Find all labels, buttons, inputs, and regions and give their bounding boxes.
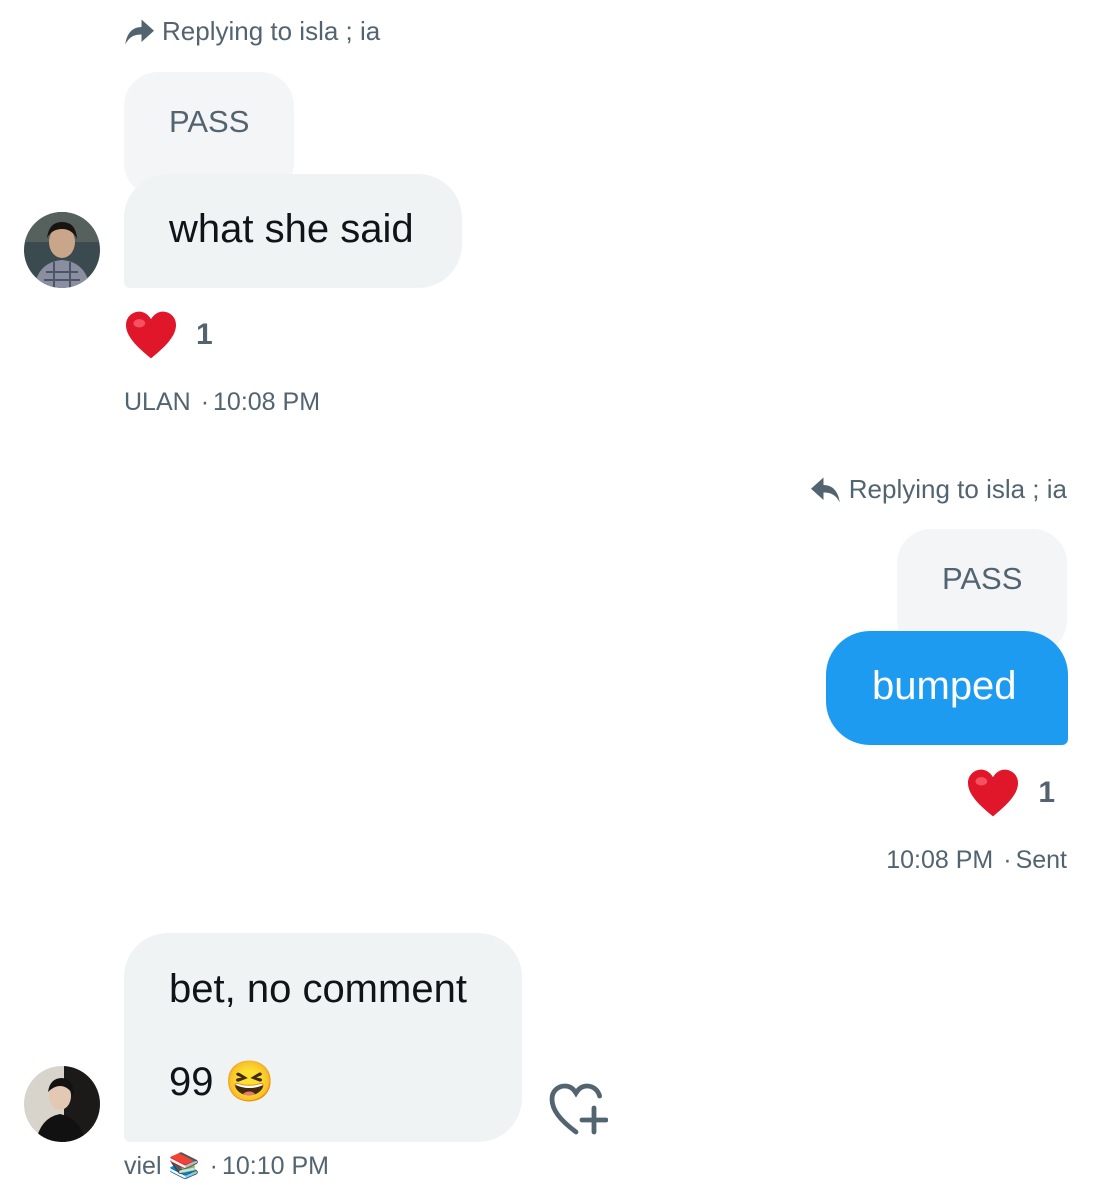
separator-dot: ·: [1003, 846, 1012, 874]
avatar-viel[interactable]: [24, 1066, 100, 1142]
grinning-squinting-emoji: 😆: [224, 1060, 275, 1104]
reply-label: Replying to isla ; ia: [848, 474, 1067, 504]
reaction-count: 1: [196, 318, 213, 351]
message-text-line-1: bet, no comment: [169, 967, 467, 1011]
reply-context-2[interactable]: Replying to isla ; ia: [810, 474, 1067, 505]
sender-name: viel: [124, 1152, 162, 1180]
separator-dot: ·: [200, 388, 210, 416]
timestamp: 10:08 PM: [213, 388, 321, 416]
reply-context-1[interactable]: Replying to isla ; ia: [124, 16, 380, 47]
avatar-ulan[interactable]: [24, 212, 100, 288]
quoted-text: PASS: [942, 561, 1023, 596]
add-reaction-button[interactable]: [548, 1082, 609, 1136]
reply-label: Replying to isla ; ia: [162, 16, 381, 46]
message-text-line-2: 99 😆: [169, 1060, 522, 1104]
reaction-heart-2[interactable]: 1: [966, 768, 1055, 818]
timestamp: 10:10 PM: [221, 1152, 329, 1180]
message-meta-1: ULAN · 10:08 PM: [124, 388, 320, 417]
red-heart-icon: [126, 311, 176, 359]
line-break-spacer: [169, 1011, 522, 1060]
red-heart-icon: [968, 769, 1019, 817]
books-emoji: 📚: [168, 1152, 200, 1180]
sender-name: ULAN: [124, 388, 191, 416]
message-text: bumped: [872, 664, 1017, 708]
message-meta-3: viel 📚 · 10:10 PM: [124, 1152, 329, 1181]
message-bubble-outgoing[interactable]: bumped: [826, 631, 1068, 745]
quoted-text: PASS: [169, 104, 250, 139]
separator-dot: ·: [209, 1152, 218, 1180]
avatar-image: [24, 212, 100, 288]
message-text: 99: [169, 1060, 214, 1104]
message-text: what she said: [169, 207, 414, 251]
message-bubble-incoming[interactable]: what she said: [124, 174, 462, 288]
reply-back-icon: [810, 477, 840, 502]
reply-forward-icon: [125, 19, 154, 44]
reaction-count: 1: [1038, 776, 1055, 809]
message-meta-2: 10:08 PM · Sent: [886, 846, 1067, 875]
avatar-image: [24, 1066, 100, 1142]
timestamp: 10:08 PM: [886, 846, 994, 874]
message-bubble-incoming[interactable]: bet, no comment 99 😆: [124, 933, 522, 1142]
heart-plus-icon: [549, 1083, 609, 1135]
reaction-heart-1[interactable]: 1: [124, 310, 213, 360]
delivery-status: Sent: [1015, 846, 1067, 874]
